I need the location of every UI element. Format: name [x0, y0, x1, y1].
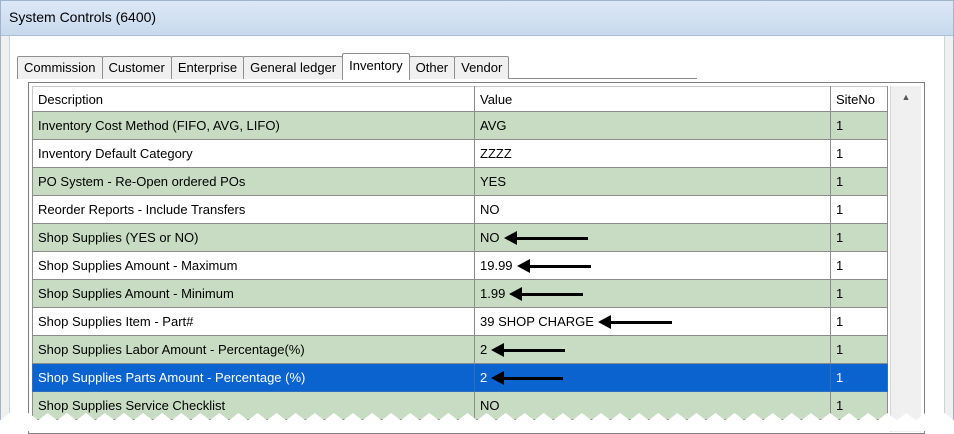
cell-value: 2: [480, 370, 488, 385]
cell-siteno[interactable]: 1: [830, 111, 888, 140]
column-header-value[interactable]: Value: [474, 86, 831, 112]
column-header-siteno[interactable]: SiteNo: [830, 86, 888, 112]
cell-description[interactable]: Inventory Cost Method (FIFO, AVG, LIFO): [32, 111, 475, 140]
cell-siteno[interactable]: 1: [830, 223, 888, 252]
cell-description[interactable]: Inventory Default Category: [32, 139, 475, 168]
cell-value: AVG: [480, 118, 507, 133]
cell-description[interactable]: PO System - Re-Open ordered POs: [32, 167, 475, 196]
cell-description[interactable]: Shop Supplies Amount - Maximum: [32, 251, 475, 280]
table-row[interactable]: Inventory Default Category ZZZZ 1: [32, 139, 888, 168]
cell-value-container[interactable]: NO: [474, 223, 831, 252]
arrow-left-icon: [503, 231, 588, 246]
cell-value-container[interactable]: ZZZZ: [474, 139, 831, 168]
cell-siteno[interactable]: 1: [830, 335, 888, 364]
table-row[interactable]: Shop Supplies Parts Amount - Percentage …: [32, 363, 888, 392]
tab-vendor[interactable]: Vendor: [454, 56, 510, 79]
tab-inventory[interactable]: Inventory: [342, 53, 410, 80]
cell-value: NO: [480, 398, 500, 413]
cell-value-container[interactable]: YES: [474, 167, 831, 196]
column-header-description[interactable]: Description: [32, 86, 475, 112]
cell-siteno[interactable]: 1: [830, 195, 888, 224]
window-title: System Controls (6400): [9, 9, 157, 25]
table-row[interactable]: Shop Supplies (YES or NO) NO 1: [32, 223, 888, 252]
system-controls-grid: Description Value SiteNo Inventory Cost …: [28, 82, 925, 434]
header-row: Description Value SiteNo: [32, 86, 888, 112]
cell-description[interactable]: Reorder Reports - Include Transfers: [32, 195, 475, 224]
table-row[interactable]: Shop Supplies Amount - Minimum 1.99 1: [32, 279, 888, 308]
title-bar: System Controls (6400): [1, 1, 953, 36]
cell-description[interactable]: Shop Supplies Item - Part#: [32, 307, 475, 336]
tab-commission[interactable]: Commission: [17, 56, 103, 79]
cell-value-container[interactable]: NO: [474, 195, 831, 224]
cell-siteno[interactable]: 1: [830, 251, 888, 280]
cell-value-container[interactable]: 2: [474, 335, 831, 364]
arrow-left-icon: [491, 371, 564, 386]
arrow-left-icon: [516, 259, 591, 274]
cell-value: NO: [480, 230, 500, 245]
tab-strip: Commission Customer Enterprise General ledg…: [17, 53, 697, 80]
cell-value: 39 SHOP CHARGE: [480, 314, 594, 329]
table-row[interactable]: Shop Supplies Item - Part# 39 SHOP CHARGE…: [32, 307, 888, 336]
table-row[interactable]: PO System - Re-Open ordered POs YES 1: [32, 167, 888, 196]
cell-value-container[interactable]: 1.99: [474, 279, 831, 308]
cell-value: 1.99: [480, 286, 506, 301]
tab-general-ledger[interactable]: General ledger: [243, 56, 344, 79]
controls-table: Description Value SiteNo Inventory Cost …: [32, 86, 888, 420]
cell-value: 2: [480, 342, 488, 357]
cell-description[interactable]: Shop Supplies Parts Amount - Percentage …: [32, 363, 475, 392]
arrow-left-icon: [597, 315, 672, 330]
cell-description[interactable]: Shop Supplies Amount - Minimum: [32, 279, 475, 308]
cell-value: YES: [480, 174, 507, 189]
cell-siteno[interactable]: 1: [830, 167, 888, 196]
tab-other[interactable]: Other: [408, 56, 456, 79]
cell-value: NO: [480, 202, 500, 217]
tab-customer[interactable]: Customer: [101, 56, 172, 79]
arrow-left-icon: [509, 287, 584, 302]
cell-siteno[interactable]: 1: [830, 307, 888, 336]
cell-value: 19.99: [480, 258, 513, 273]
cell-siteno[interactable]: 1: [830, 363, 888, 392]
cell-description[interactable]: Shop Supplies (YES or NO): [32, 223, 475, 252]
arrow-left-icon: [491, 343, 566, 358]
cell-siteno[interactable]: 1: [830, 391, 888, 420]
cell-value-container[interactable]: 19.99: [474, 251, 831, 280]
table-row[interactable]: Reorder Reports - Include Transfers NO 1: [32, 195, 888, 224]
table-row[interactable]: Shop Supplies Labor Amount - Percentage(…: [32, 335, 888, 364]
cell-siteno[interactable]: 1: [830, 139, 888, 168]
cell-description[interactable]: Shop Supplies Labor Amount - Percentage(…: [32, 335, 475, 364]
cell-value-container[interactable]: 39 SHOP CHARGE: [474, 307, 831, 336]
cell-value-container[interactable]: 2: [474, 363, 831, 392]
cell-value-container[interactable]: NO: [474, 391, 831, 420]
cell-value-container[interactable]: AVG: [474, 111, 831, 140]
triangle-up-icon[interactable]: ▲: [891, 86, 921, 108]
table-row[interactable]: Shop Supplies Amount - Maximum 19.99 1: [32, 251, 888, 280]
vertical-scrollbar[interactable]: ▲: [890, 86, 921, 432]
table-row[interactable]: Inventory Cost Method (FIFO, AVG, LIFO) A…: [32, 111, 888, 140]
cell-value: ZZZZ: [480, 146, 512, 161]
tab-enterprise[interactable]: Enterprise: [170, 56, 245, 79]
cell-siteno[interactable]: 1: [830, 279, 888, 308]
